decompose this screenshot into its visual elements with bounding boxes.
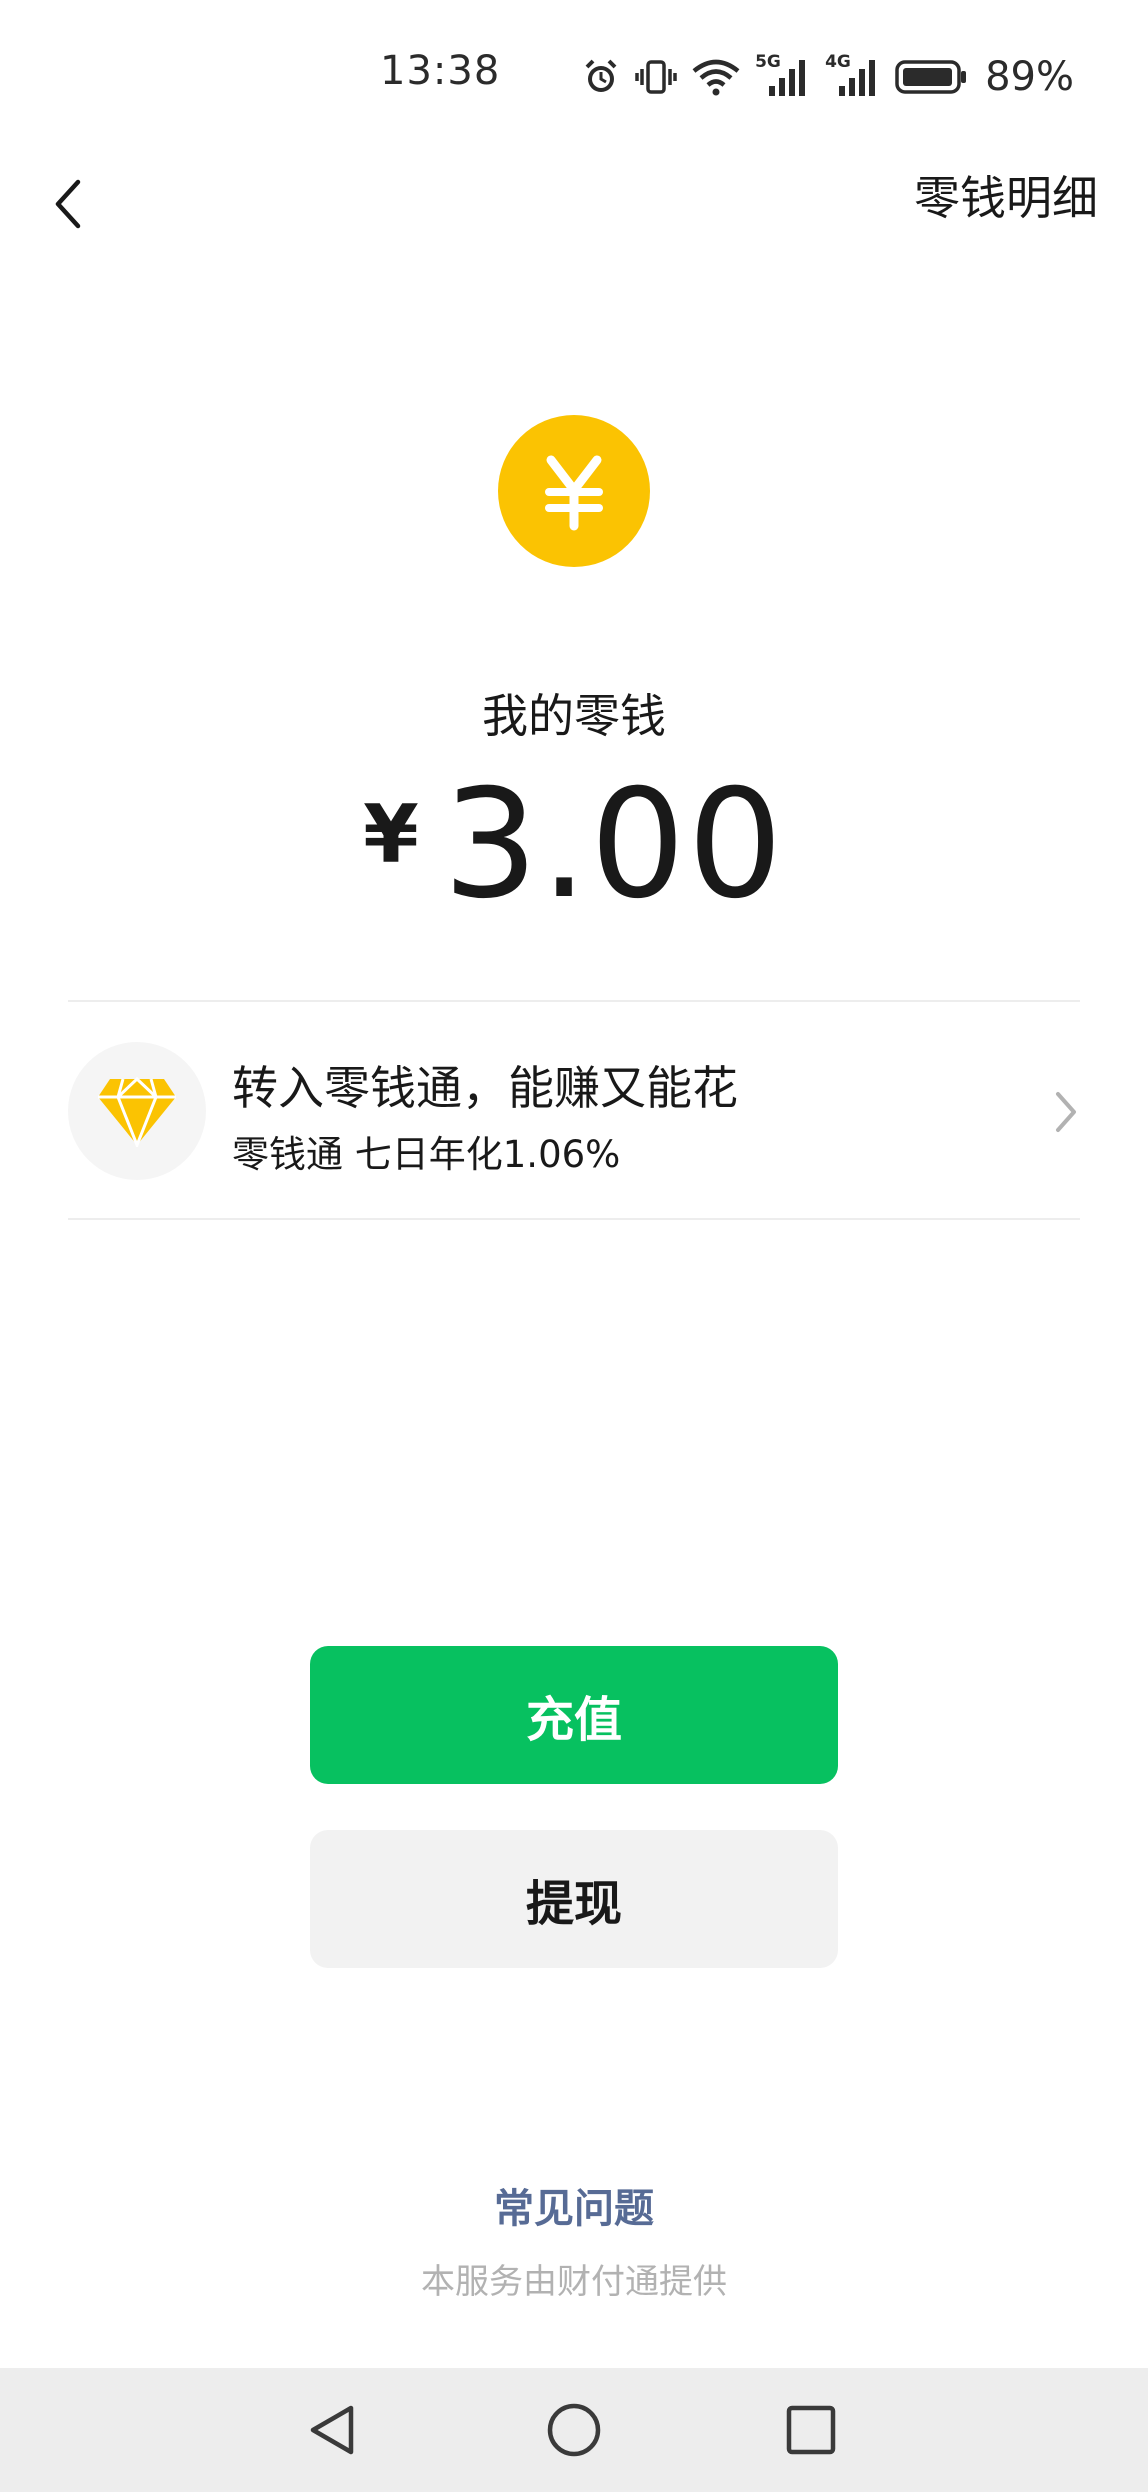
system-nav-bar [0,2368,1148,2492]
wallet-balance-screen: 13:38 5G 4G 89% 零钱明细 我的零钱 ¥ 3.00 转入零钱通，能… [0,0,1148,2492]
balance-label: 我的零钱 [482,689,666,743]
divider-bottom [68,1218,1080,1220]
yuan-coin-icon [498,415,650,567]
promo-subtitle: 零钱通 七日年化1.06% [232,1133,621,1176]
header: 零钱明细 [0,150,1148,270]
chevron-left-icon [55,179,81,229]
nav-back-button[interactable] [293,2390,373,2470]
nav-recents-button[interactable] [771,2390,851,2470]
signal-5g-icon: 5G [755,52,811,98]
promo-icon-wrap [68,1042,206,1180]
battery-percent: 89% [985,54,1074,100]
back-triangle-icon [310,2405,354,2455]
alarm-icon [585,59,617,92]
currency-symbol: ¥ [363,788,419,881]
status-time: 13:38 [380,48,501,94]
faq-link[interactable]: 常见问题 [0,2176,1148,2234]
recents-square-icon [786,2405,836,2455]
promo-title: 转入零钱通，能赚又能花 [232,1061,738,1115]
home-circle-icon [547,2403,601,2457]
recharge-button[interactable]: 充值 [310,1646,838,1784]
nav-home-button[interactable] [534,2390,614,2470]
diamond-icon [98,1076,176,1147]
wifi-icon [692,59,740,96]
signal-4g-icon: 4G [825,52,881,98]
status-icons: 5G 4G 89% [581,52,1074,102]
back-button[interactable] [28,164,108,244]
chevron-right-icon [1056,1092,1076,1132]
balance-details-link[interactable]: 零钱明细 [914,162,1098,228]
balance-value: 3.00 [442,758,785,932]
withdraw-button[interactable]: 提现 [310,1830,838,1968]
status-bar: 13:38 5G 4G 89% [0,0,1148,150]
balance-amount: ¥ 3.00 [0,770,1148,920]
provider-note: 本服务由财付通提供 [421,2262,727,2302]
lingqiantong-promo-row[interactable]: 转入零钱通，能赚又能花 零钱通 七日年化1.06% [68,1002,1080,1218]
battery-icon [895,60,967,94]
vibrate-icon [635,60,677,94]
